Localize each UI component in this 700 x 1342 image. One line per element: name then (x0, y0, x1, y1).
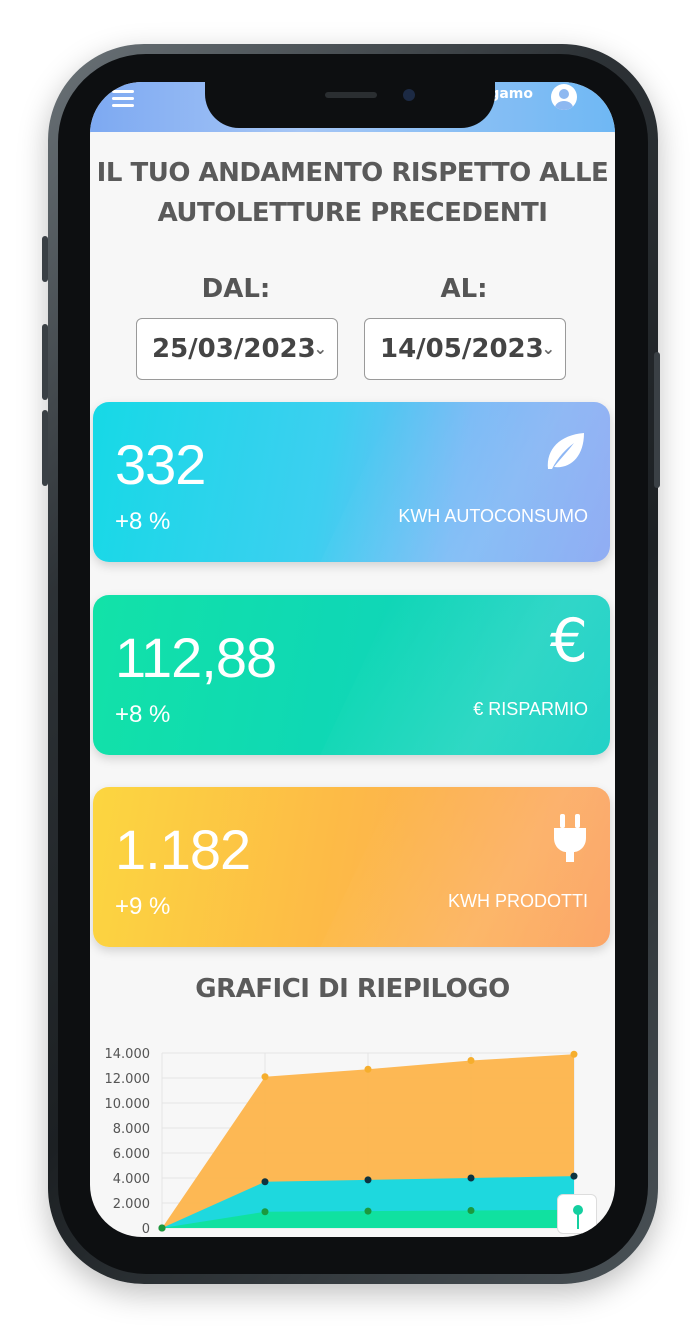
data-point (467, 1057, 475, 1064)
date-to-select[interactable]: 14/05/2023 ⌄ (364, 318, 566, 380)
card-risparmio[interactable]: 112,88 +8 % € RISPARMIO € (93, 595, 610, 755)
y-tick-label: 10.000 (105, 1097, 151, 1112)
card-value: 332 (115, 433, 206, 496)
chart-toggle-button[interactable] (557, 1194, 597, 1234)
user-avatar-icon[interactable] (551, 84, 577, 110)
chevron-down-icon: ⌄ (313, 339, 327, 358)
data-point (467, 1207, 475, 1214)
card-label: KWH PRODOTTI (448, 891, 588, 911)
speaker (325, 92, 377, 98)
date-from-value: 25/03/2023 (152, 334, 316, 364)
data-point (261, 1208, 269, 1216)
side-button-power (654, 352, 660, 488)
date-to-label: AL: (440, 274, 488, 304)
card-label: € RISPARMIO (473, 699, 588, 719)
data-point (158, 1224, 166, 1232)
page-title-line2: AUTOLETTURE PRECEDENTI (157, 198, 548, 228)
card-autoconsumo[interactable]: 332 +8 % KWH AUTOCONSUMO (93, 402, 610, 562)
card-percent: +8 % (115, 508, 171, 535)
phone-screen: gamo IL TUO ANDAMENTO RISPETTO ALLE AUTO… (90, 82, 615, 1237)
chevron-down-icon: ⌄ (541, 339, 555, 358)
y-tick-label: 4.000 (113, 1172, 150, 1187)
notch (205, 82, 495, 128)
y-tick-label: 14.000 (105, 1047, 151, 1062)
date-from-label: DAL: (201, 274, 271, 304)
card-value: 112,88 (115, 626, 277, 689)
side-button-mute (42, 236, 48, 282)
y-tick-label: 12.000 (105, 1072, 151, 1087)
y-tick-label: 8.000 (113, 1122, 150, 1137)
data-point (261, 1073, 269, 1081)
data-point (570, 1172, 578, 1180)
card-percent: +9 % (115, 893, 171, 920)
page-title-line1: IL TUO ANDAMENTO RISPETTO ALLE (96, 158, 609, 188)
summary-chart: 14.000 12.000 10.000 8.000 6.000 4.000 2.000 0 (90, 1027, 615, 1237)
card-percent: +8 % (115, 701, 171, 728)
user-name: gamo (489, 86, 533, 102)
hamburger-menu-icon[interactable] (112, 90, 134, 107)
card-value: 1.182 (115, 818, 251, 881)
data-point (364, 1207, 372, 1215)
side-button-volume-up (42, 324, 48, 400)
data-point (570, 1050, 578, 1058)
side-button-volume-down (42, 410, 48, 486)
card-label: KWH AUTOCONSUMO (398, 506, 588, 526)
date-from-select[interactable]: 25/03/2023 ⌄ (136, 318, 338, 380)
data-point (261, 1178, 269, 1186)
data-point (364, 1176, 372, 1184)
leaf-icon (540, 427, 588, 479)
card-prodotti[interactable]: 1.182 +9 % KWH PRODOTTI (93, 787, 610, 947)
euro-icon: € (549, 606, 588, 676)
plug-icon (552, 812, 588, 868)
data-point (364, 1065, 372, 1073)
y-tick-label: 0 (142, 1222, 150, 1237)
summary-title: GRAFICI DI RIEPILOGO (195, 974, 510, 1004)
camera (403, 89, 415, 101)
data-point (467, 1174, 475, 1182)
area-chart: 14.000 12.000 10.000 8.000 6.000 4.000 2.000 0 (105, 1047, 578, 1237)
y-tick-label: 6.000 (113, 1147, 150, 1162)
date-to-value: 14/05/2023 (380, 334, 544, 364)
y-tick-label: 2.000 (113, 1197, 150, 1212)
